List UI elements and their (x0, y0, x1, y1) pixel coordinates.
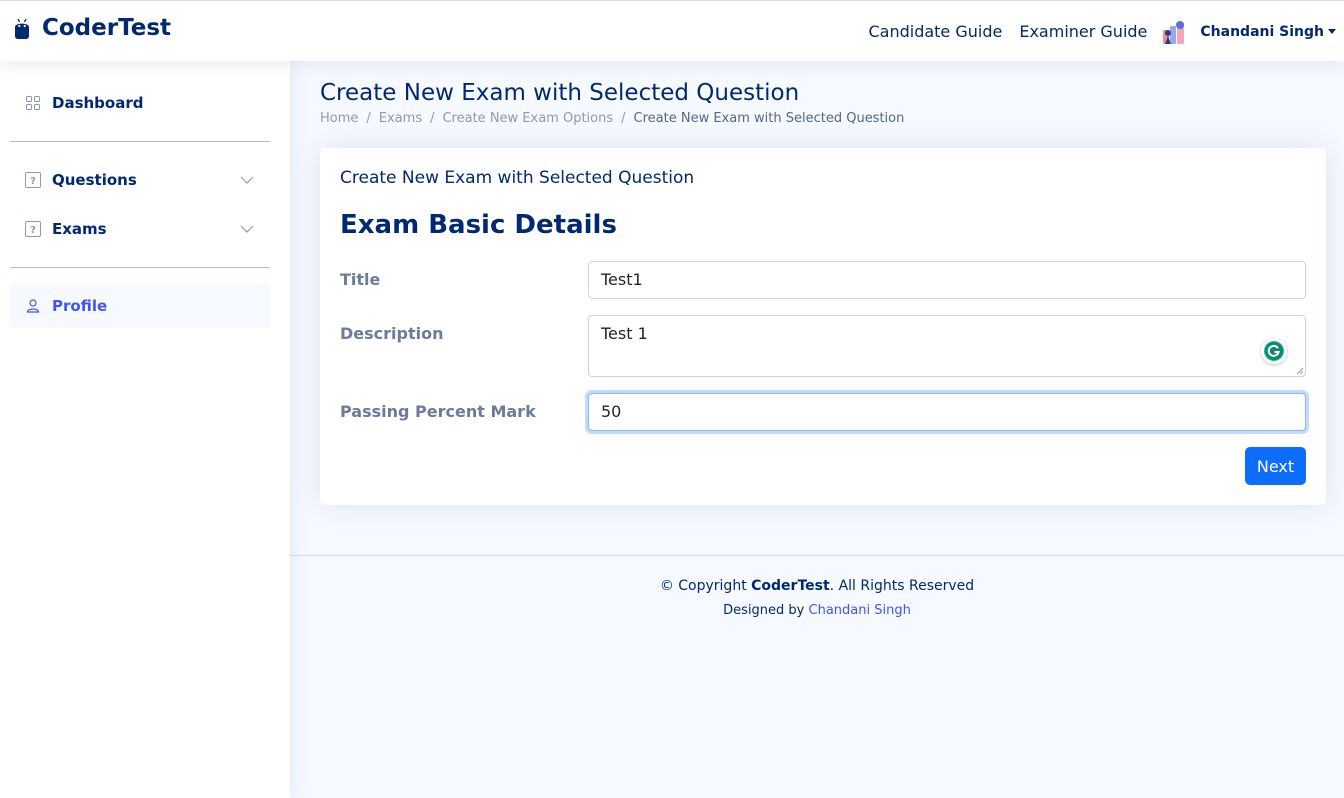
sidebar-item-exams[interactable]: ? Exams (10, 207, 270, 251)
user-name: Chandani Singh (1200, 23, 1324, 40)
sidebar-item-questions[interactable]: ? Questions (10, 158, 270, 202)
logo[interactable]: CoderTest (14, 15, 171, 41)
title-input-value: Test1 (601, 270, 643, 289)
designed-by-text: Designed by (723, 603, 809, 618)
breadcrumb-create-options[interactable]: Create New Exam Options (442, 111, 613, 126)
user-menu-toggle[interactable]: Chandani Singh (1200, 24, 1336, 40)
breadcrumb-separator: / (366, 111, 371, 126)
description-label: Description (340, 324, 444, 343)
passing-percent-input[interactable]: 50 (588, 393, 1306, 431)
examiner-guide-link[interactable]: Examiner Guide (1019, 22, 1147, 41)
footer-copyright: © Copyright CoderTest. All Rights Reserv… (290, 578, 1344, 594)
chevron-down-icon (240, 225, 254, 233)
breadcrumb-separator: / (430, 111, 435, 126)
passing-percent-input-value: 50 (601, 402, 622, 421)
brand-name: CoderTest (42, 15, 172, 41)
breadcrumb-exams[interactable]: Exams (379, 111, 422, 126)
question-square-icon: ? (25, 172, 41, 188)
breadcrumb: Home / Exams / Create New Exam Options /… (320, 111, 904, 126)
grid-icon (25, 95, 41, 111)
copyright-suffix: . All Rights Reserved (829, 578, 975, 594)
title-input[interactable]: Test1 (588, 261, 1306, 299)
sidebar-item-label: Dashboard (52, 94, 144, 112)
description-textarea[interactable]: Test 1 (588, 315, 1306, 377)
sidebar-item-dashboard[interactable]: Dashboard (10, 81, 270, 125)
user-avatar-icon (1163, 20, 1185, 44)
sidebar: Dashboard ? Questions ? Exams Profile (0, 61, 290, 798)
passing-percent-label: Passing Percent Mark (340, 402, 536, 421)
grammarly-icon[interactable] (1261, 338, 1287, 364)
breadcrumb-separator: / (621, 111, 626, 126)
caret-down-icon (1328, 29, 1336, 34)
candidate-guide-link[interactable]: Candidate Guide (868, 22, 1002, 41)
sidebar-divider (10, 141, 270, 142)
svg-text:?: ? (30, 225, 36, 236)
exam-details-card: Create New Exam with Selected Question E… (320, 148, 1326, 505)
footer-credit: Designed by Chandani Singh (290, 603, 1344, 618)
sidebar-item-label: Exams (52, 220, 107, 238)
page-title: Create New Exam with Selected Question (320, 80, 800, 106)
top-header: CoderTest Candidate Guide Examiner Guide… (0, 0, 1344, 61)
resize-handle-icon[interactable] (1296, 367, 1304, 375)
android-icon (15, 18, 29, 39)
top-nav: Candidate Guide Examiner Guide Chandani … (868, 1, 1336, 62)
svg-text:?: ? (30, 176, 36, 187)
question-square-icon: ? (25, 221, 41, 237)
sidebar-divider (10, 267, 270, 268)
title-label: Title (340, 270, 381, 289)
next-button[interactable]: Next (1245, 447, 1306, 485)
person-icon (25, 298, 41, 314)
sidebar-item-profile[interactable]: Profile (10, 284, 270, 328)
section-heading: Exam Basic Details (340, 210, 617, 240)
footer-divider (290, 555, 1344, 556)
description-textarea-value: Test 1 (601, 324, 648, 343)
copyright-prefix: © Copyright (659, 578, 752, 594)
breadcrumb-home[interactable]: Home (320, 111, 358, 126)
sidebar-item-label: Questions (52, 171, 137, 189)
card-title: Create New Exam with Selected Question (340, 168, 695, 188)
copyright-brand: CoderTest (751, 578, 830, 594)
chevron-down-icon (240, 176, 254, 184)
author-link[interactable]: Chandani Singh (809, 603, 911, 618)
breadcrumb-current: Create New Exam with Selected Question (633, 111, 905, 126)
avatar[interactable] (1160, 17, 1189, 46)
sidebar-item-label: Profile (52, 297, 108, 315)
